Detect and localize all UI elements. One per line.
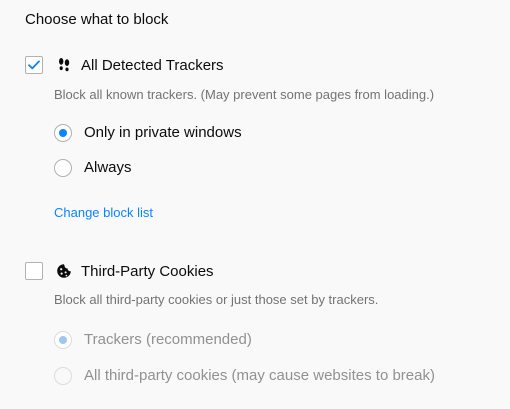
trackers-checkbox[interactable] [25, 56, 43, 74]
radio-always-label: Always [84, 159, 132, 176]
radio-all-third-party-label: All third-party cookies (may cause websi… [84, 367, 435, 384]
radio-always[interactable] [54, 159, 72, 177]
section-heading: Choose what to block [25, 11, 169, 28]
cookie-icon [56, 263, 72, 284]
cookies-description: Block all third-party cookies or just th… [54, 292, 379, 307]
radio-selected-dot [59, 336, 67, 344]
radio-private-windows[interactable] [54, 124, 72, 142]
radio-selected-dot [59, 129, 67, 137]
trackers-description: Block all known trackers. (May prevent s… [54, 87, 435, 102]
radio-private-windows-label: Only in private windows [84, 124, 242, 141]
radio-all-third-party[interactable] [54, 367, 72, 385]
cookies-label: Third-Party Cookies [81, 263, 214, 280]
change-block-list-link[interactable]: Change block list [54, 205, 153, 221]
radio-trackers-recommended-label: Trackers (recommended) [84, 331, 252, 348]
cookies-checkbox[interactable] [25, 262, 43, 280]
checkmark-icon [28, 60, 40, 70]
footprints-icon [56, 57, 72, 78]
radio-trackers-recommended[interactable] [54, 331, 72, 349]
trackers-label: All Detected Trackers [81, 57, 224, 74]
